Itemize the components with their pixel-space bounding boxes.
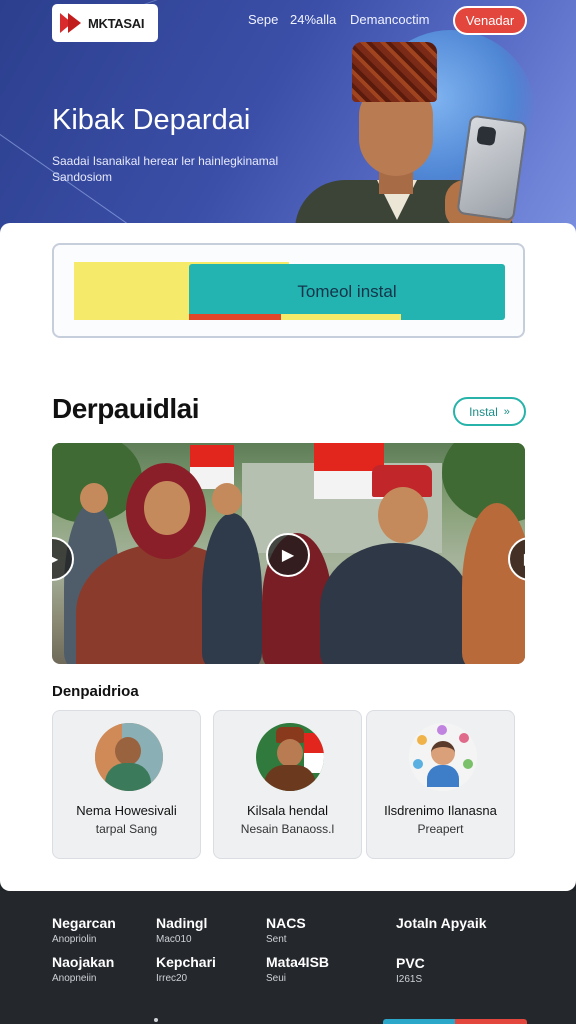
nav-item-2[interactable]: 24%alla xyxy=(290,12,336,27)
footer-heading[interactable]: PVC xyxy=(396,955,487,971)
play-button[interactable]: ▶ xyxy=(266,533,310,577)
footer-subtext: Anopneiin xyxy=(52,973,97,984)
footer-heading[interactable]: Nadingl xyxy=(156,915,216,931)
profile-name: Kilsala hendal xyxy=(247,803,328,818)
footer-subtext: I261S xyxy=(396,974,423,985)
brand-name: MKTASAI xyxy=(88,15,145,31)
profile-tile[interactable]: Nema Howesivali tarpal Sang xyxy=(52,710,201,859)
hero-subtitle: Saadai Isanaikal herear ler hainlegkinam… xyxy=(52,154,279,184)
footer-subtext: Anopriolin xyxy=(52,934,97,945)
decorative-underline xyxy=(281,314,401,320)
footer-heading[interactable]: Jotaln Apyaik xyxy=(396,915,487,931)
footer-accent-bar xyxy=(455,1019,527,1024)
avatar xyxy=(409,723,477,791)
decorative-dot xyxy=(154,1018,158,1022)
profile-tile[interactable]: Kilsala hendal Nesain Banaoss.l xyxy=(213,710,362,859)
person xyxy=(462,503,525,664)
hero-title: Kibak Depardai xyxy=(52,104,251,136)
footer-column-2: Nadingl Mac010 Kepchari Irrec20 xyxy=(156,915,216,984)
person xyxy=(202,513,262,664)
install-panel: Tomeol instal xyxy=(52,243,525,338)
install-button[interactable]: Tomeol instal xyxy=(189,264,505,320)
batik-hat xyxy=(352,42,437,102)
profile-tile[interactable]: Ilsdrenimo Ilanasna Preapert xyxy=(366,710,515,859)
face xyxy=(144,481,190,535)
footer: Negarcan Anopriolin Naojakan Anopneiin N… xyxy=(0,891,576,1024)
person-man xyxy=(320,543,472,664)
footer-heading[interactable]: Negarcan xyxy=(52,915,116,931)
hero-banner: MKTASAI Sepe 24%alla Demancoctim Venadar… xyxy=(0,0,576,240)
main-card: Tomeol instal Derpauidlai Instal » ▶ ▶ ▶… xyxy=(0,223,576,891)
footer-column-3: NACS Sent Mata4ISB Seui xyxy=(266,915,329,984)
footer-column-4: Jotaln Apyaik PVC I261S xyxy=(396,915,487,985)
gallery-subtitle: Denpaidrioa xyxy=(52,683,139,700)
footer-subtext: Sent xyxy=(266,934,287,945)
nav-cta-button[interactable]: Venadar xyxy=(453,6,527,35)
profile-name: Ilsdrenimo Ilanasna xyxy=(384,803,497,818)
profile-role: Nesain Banaoss.l xyxy=(240,822,335,836)
profile-tiles: Nema Howesivali tarpal Sang Kilsala hend… xyxy=(52,710,515,860)
person-head xyxy=(80,483,108,513)
profile-role: Preapert xyxy=(417,822,464,836)
decorative-underline xyxy=(189,314,281,320)
footer-subtext: Mac010 xyxy=(156,934,192,945)
footer-subtext xyxy=(396,934,487,946)
double-chevron-right-icon: » xyxy=(503,405,510,418)
avatar xyxy=(256,723,324,791)
camera-icon xyxy=(476,125,497,147)
section-install-label: Instal xyxy=(469,404,498,419)
avatar xyxy=(95,723,163,791)
profile-name: Nema Howesivali xyxy=(76,803,177,818)
footer-subtext: Irrec20 xyxy=(156,973,188,984)
hero-person-illustration xyxy=(295,40,535,240)
footer-heading[interactable]: NACS xyxy=(266,915,329,931)
footer-accent-bar xyxy=(383,1019,455,1024)
profile-role: tarpal Sang xyxy=(95,822,158,836)
footer-heading[interactable]: Mata4ISB xyxy=(266,954,329,970)
footer-subtext: Seui xyxy=(266,973,287,984)
section-title: Derpauidlai xyxy=(52,393,199,424)
brand-logo[interactable]: MKTASAI xyxy=(52,4,158,42)
section-install-button[interactable]: Instal » xyxy=(453,397,526,426)
nav-item-3[interactable]: Demancoctim xyxy=(350,12,429,27)
nav-item-1[interactable]: Sepe xyxy=(248,12,278,27)
person-head xyxy=(212,483,242,515)
face xyxy=(378,487,428,543)
footer-heading[interactable]: Naojakan xyxy=(52,954,116,970)
footer-heading[interactable]: Kepchari xyxy=(156,954,216,970)
footer-column-1: Negarcan Anopriolin Naojakan Anopneiin xyxy=(52,915,116,984)
gallery-photo[interactable]: ▶ ▶ ▶ xyxy=(52,443,525,664)
smartphone-icon xyxy=(456,114,528,222)
logo-mark-icon xyxy=(60,13,82,33)
